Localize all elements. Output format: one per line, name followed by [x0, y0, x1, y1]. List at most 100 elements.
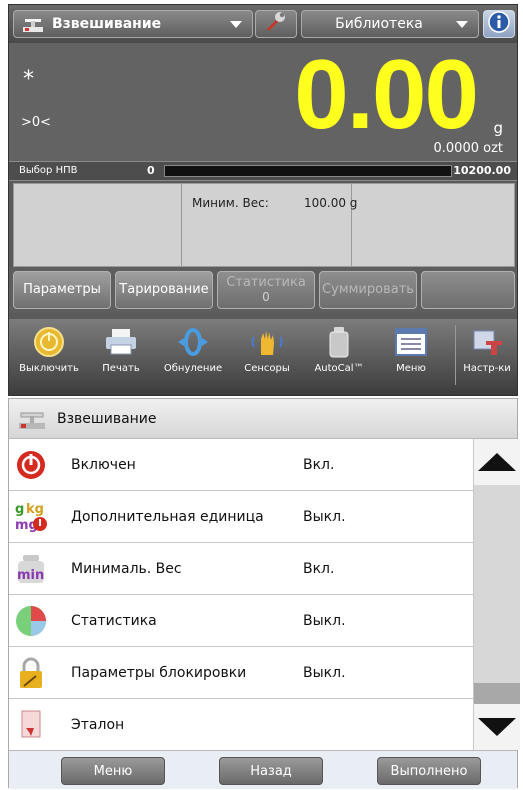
power-icon — [32, 325, 66, 359]
parameters-label: Параметры — [23, 282, 101, 297]
accumulate-button[interactable]: Суммировать — [319, 271, 417, 309]
svg-text:min: min — [17, 568, 44, 583]
weight-readout: 0.00 — [294, 39, 479, 149]
scroll-down-button[interactable] — [474, 704, 520, 750]
back-button[interactable]: Назад — [219, 757, 323, 785]
parameters-button[interactable]: Параметры — [13, 271, 111, 309]
scroll-thumb[interactable] — [474, 683, 520, 704]
autocal-button[interactable]: AutoCal™ — [307, 325, 371, 391]
zero-button[interactable]: Обнуление — [157, 325, 229, 391]
chevron-down-icon — [456, 20, 468, 28]
back-label: Назад — [250, 763, 292, 779]
menu-item-reference[interactable]: Эталон — [9, 699, 473, 750]
info-button[interactable] — [483, 10, 515, 38]
print-label: Печать — [102, 363, 140, 374]
done-button[interactable]: Выполнено — [377, 757, 481, 785]
calibration-weight-icon — [322, 325, 356, 359]
tare-label: Тарирование — [119, 282, 209, 297]
reference-panel: Миним. Вес: 100.00 g — [13, 183, 515, 267]
statistics-count: 0 — [262, 290, 270, 304]
autocal-label: AutoCal™ — [314, 363, 364, 374]
balance-display: Взвешивание Библиотека * >0< 0.00 g 0.00… — [8, 4, 518, 396]
application-dropdown[interactable]: Взвешивание — [13, 10, 253, 38]
min-weight-label: Миним. Вес: — [192, 196, 269, 210]
menu-item-enabled[interactable]: Включен Вкл. — [9, 439, 473, 491]
menu-item-label: Эталон — [71, 716, 125, 733]
menu-item-value: Выкл. — [303, 508, 346, 525]
weighing-area: * >0< 0.00 g 0.0000 ozt — [9, 39, 517, 161]
menu-item-value: Вкл. — [303, 456, 335, 473]
library-dropdown[interactable]: Библиотека — [301, 10, 479, 38]
power-off-button[interactable]: Выключить — [13, 325, 85, 391]
blank-softkey — [421, 271, 515, 309]
zero-icon — [176, 325, 210, 359]
statistics-button[interactable]: Статистика 0 — [217, 271, 315, 309]
balance-icon — [17, 407, 47, 431]
menu-button[interactable]: Меню — [379, 325, 443, 391]
statistics-icon — [13, 603, 49, 639]
library-label: Библиотека — [335, 16, 423, 32]
tare-button[interactable]: Тарирование — [115, 271, 213, 309]
menu-item-min-weight[interactable]: min Минималь. Вес Вкл. — [9, 543, 473, 595]
menu-item-statistics[interactable]: Статистика Выкл. — [9, 595, 473, 647]
menu-item-label: Минималь. Вес — [71, 560, 182, 577]
menu-item-label: Параметры блокировки — [71, 664, 247, 681]
chevron-down-icon — [230, 20, 242, 28]
menu-list: Включен Вкл. g kg mg Дополнительная един… — [9, 439, 473, 750]
menu-item-label: Включен — [71, 456, 136, 473]
arrow-up-icon — [478, 453, 516, 471]
svg-text:g: g — [15, 502, 24, 517]
menu-item-lock-settings[interactable]: Параметры блокировки Выкл. — [9, 647, 473, 699]
stability-indicator: * — [23, 67, 34, 92]
menu-header: Взвешивание — [9, 399, 517, 439]
sensors-label: Сенсоры — [244, 363, 290, 374]
capacity-track — [164, 165, 452, 177]
top-bar: Взвешивание Библиотека — [9, 5, 517, 43]
accumulate-label: Суммировать — [322, 282, 414, 297]
icon-bar: Выключить Печать Обнуление Сенсоры AutoC… — [9, 319, 517, 395]
menu-item-value: Выкл. — [303, 664, 346, 681]
reference-cell-left — [14, 184, 182, 266]
softkey-bar: Параметры Тарирование Статистика 0 Сумми… — [9, 267, 517, 313]
tools-button[interactable] — [255, 10, 297, 38]
menu-item-value: Вкл. — [303, 560, 335, 577]
units-icon: g kg mg — [13, 499, 49, 535]
power-off-label: Выключить — [19, 363, 79, 374]
weighing-settings-menu: Взвешивание Включен Вкл. g kg mg Дополни… — [8, 398, 520, 789]
menu-scrollbar[interactable] — [473, 439, 520, 750]
power-icon — [13, 447, 49, 483]
application-name: Взвешивание — [52, 16, 162, 32]
hand-sensor-icon — [250, 325, 284, 359]
print-button[interactable]: Печать — [89, 325, 153, 391]
capacity-bar: Выбор НПВ 0 10200.00 — [9, 161, 517, 181]
min-weight-value: 100.00 g — [304, 196, 358, 210]
scroll-up-button[interactable] — [474, 439, 520, 485]
menu-title: Взвешивание — [57, 410, 157, 427]
menu-footer-button[interactable]: Меню — [61, 757, 165, 785]
scroll-track[interactable] — [474, 485, 520, 704]
svg-text:kg: kg — [26, 502, 44, 517]
capacity-min: 0 — [147, 164, 155, 177]
sensors-button[interactable]: Сенсоры — [235, 325, 299, 391]
menu-footer-label: Меню — [93, 763, 133, 779]
settings-label: Настр-ки — [463, 363, 511, 374]
weight-unit[interactable]: g — [493, 119, 503, 137]
capacity-label: Выбор НПВ — [19, 165, 78, 176]
menu-item-secondary-unit[interactable]: g kg mg Дополнительная единица Выкл. — [9, 491, 473, 543]
menu-list-icon — [394, 325, 428, 359]
capacity-max: 10200.00 — [453, 164, 511, 177]
menu-footer: Меню Назад Выполнено — [9, 750, 517, 789]
settings-button[interactable]: Настр-ки — [457, 325, 517, 391]
menu-item-label: Дополнительная единица — [71, 508, 264, 525]
min-weight-icon: min — [13, 551, 49, 587]
wrench-icon — [263, 11, 289, 37]
menu-item-label: Статистика — [71, 612, 157, 629]
settings-icon — [470, 325, 504, 359]
zero-label: Обнуление — [163, 363, 223, 374]
info-icon — [488, 11, 510, 37]
lock-icon — [13, 655, 49, 691]
icon-bar-divider — [455, 325, 456, 385]
menu-item-value: Выкл. — [303, 612, 346, 629]
printer-icon — [104, 325, 138, 359]
statistics-label: Статистика — [226, 275, 306, 290]
